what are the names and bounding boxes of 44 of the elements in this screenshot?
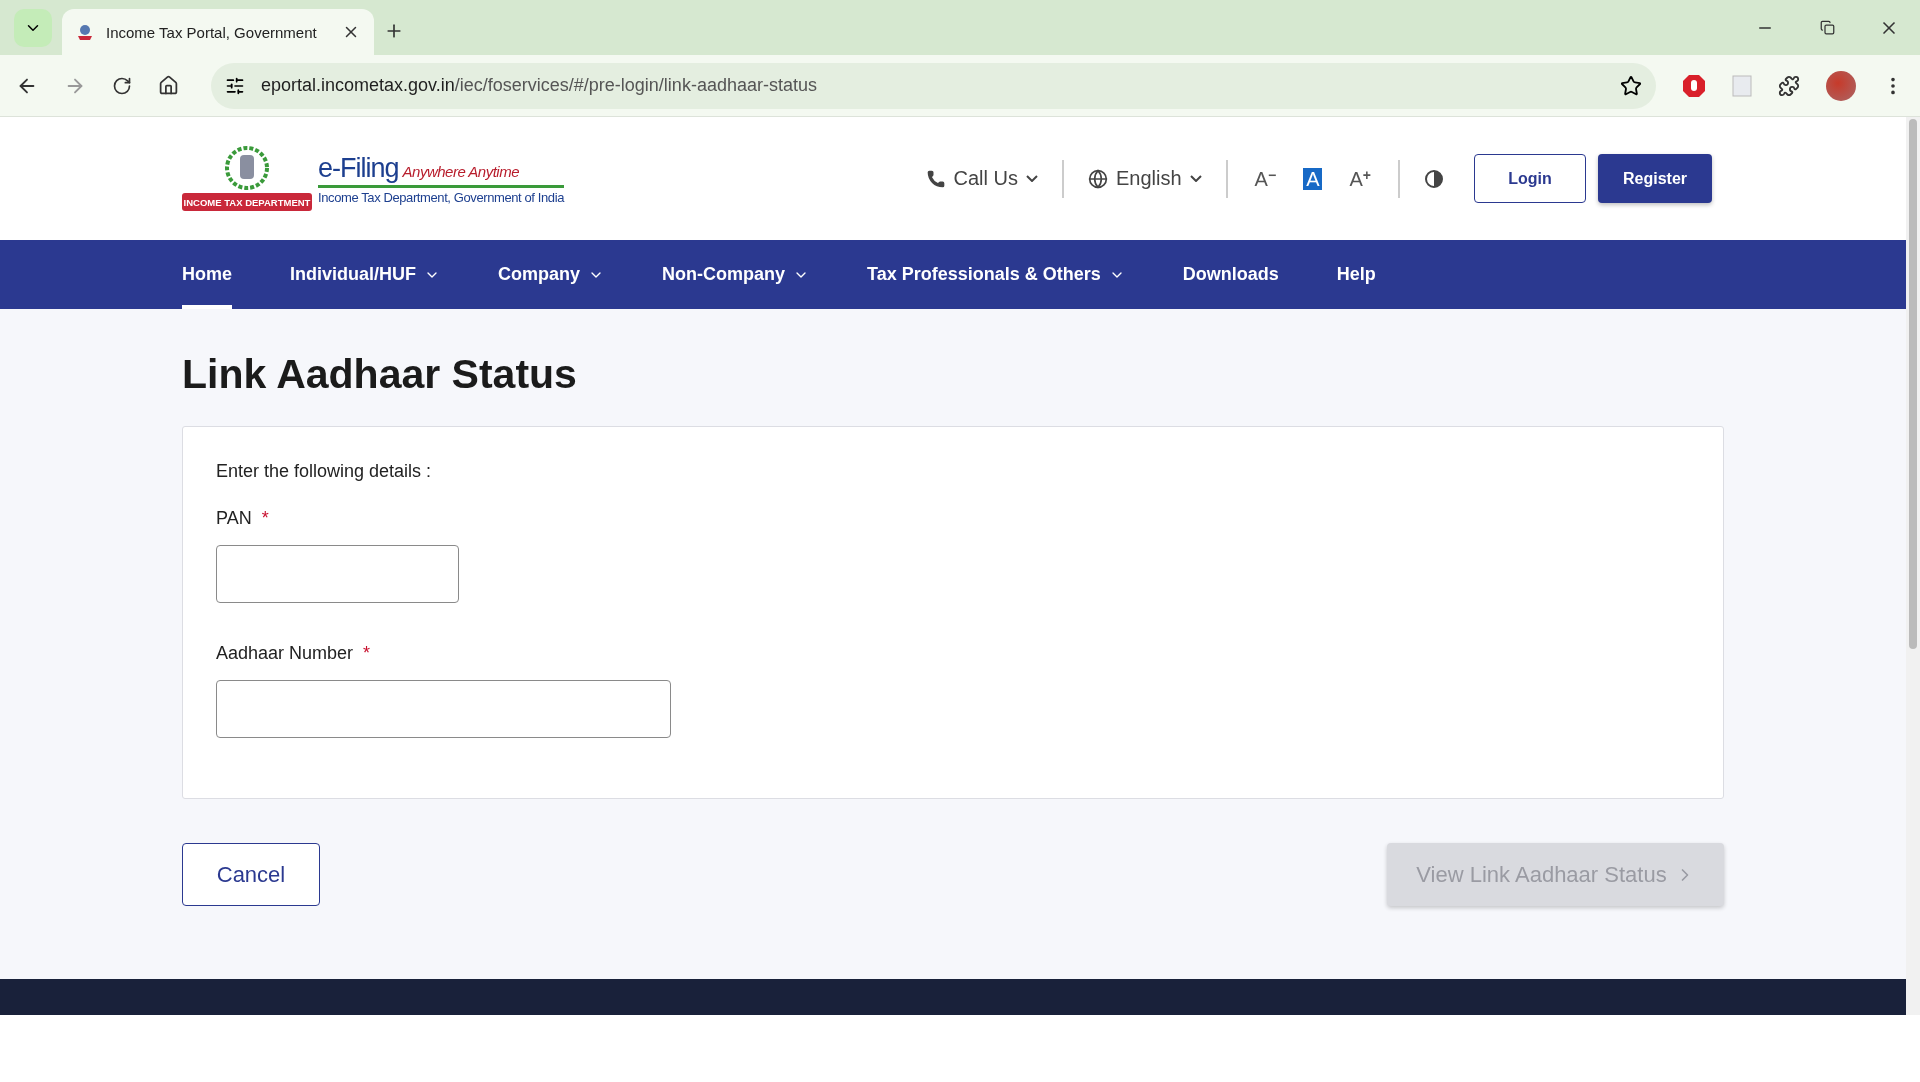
address-bar[interactable]: eportal.incometax.gov.in/iec/foservices/#/pre-login/link-aadhaar-status — [211, 62, 1656, 109]
field-label: PAN * — [216, 508, 270, 529]
logo-title: e-Filing — [318, 152, 399, 184]
call-us-menu[interactable]: Call Us — [901, 167, 1062, 190]
nav-item[interactable]: Downloads — [1182, 240, 1279, 309]
nav-item[interactable]: Help — [1336, 240, 1376, 309]
extensions-icon[interactable] — [1778, 74, 1800, 97]
profile-avatar[interactable] — [1826, 70, 1856, 101]
url-text: eportal.incometax.gov.in/iec/foservices/#/pre-login/link-aadhaar-status — [261, 75, 818, 96]
browser-tab[interactable]: Income Tax Portal, Government — [62, 9, 374, 55]
emblem-icon — [76, 23, 94, 41]
nav-item[interactable]: Individual/HUF — [290, 240, 440, 309]
required-mark: * — [363, 643, 371, 663]
nav-item[interactable]: Non-Company — [662, 240, 810, 309]
scrollbar-thumb[interactable] — [1909, 119, 1917, 649]
site-settings-icon[interactable] — [225, 75, 245, 96]
contrast-icon[interactable] — [1424, 168, 1444, 189]
globe-icon — [1088, 168, 1108, 189]
phone-icon — [925, 168, 946, 189]
reload-icon[interactable] — [112, 75, 132, 96]
register-button[interactable]: Register — [1598, 154, 1712, 203]
nav-item[interactable]: Tax Professionals & Others — [867, 240, 1125, 309]
language-menu[interactable]: English — [1064, 167, 1226, 190]
intro-text: Enter the following details : — [216, 461, 433, 482]
chevron-down-icon — [1026, 175, 1038, 182]
cancel-button[interactable]: Cancel — [182, 843, 320, 906]
emblem-logo: INCOME TAX DEPARTMENT — [182, 144, 312, 213]
home-icon[interactable] — [158, 75, 179, 96]
nav-item[interactable]: Company — [498, 240, 605, 309]
page-title: Link Aadhaar Status — [182, 351, 578, 398]
input-field[interactable] — [216, 545, 459, 603]
font-size-button[interactable]: A — [1303, 167, 1323, 190]
chevron-down-icon — [1189, 175, 1202, 182]
logo-subtitle: Income Tax Department, Government of India — [318, 189, 564, 205]
login-button[interactable]: Login — [1474, 154, 1586, 203]
field-label: Aadhaar Number * — [216, 643, 372, 664]
logo-tagline: Anywhere Anytime — [402, 162, 520, 180]
tab-title: Income Tax Portal, Government — [106, 23, 318, 41]
font-size-button[interactable]: A+ — [1346, 167, 1374, 190]
input-field[interactable] — [216, 680, 671, 738]
font-size-button[interactable]: A− — [1251, 167, 1280, 190]
required-mark: * — [261, 508, 269, 528]
bookmark-star-icon[interactable] — [1620, 74, 1642, 97]
stop-hand-icon[interactable] — [1682, 73, 1706, 98]
